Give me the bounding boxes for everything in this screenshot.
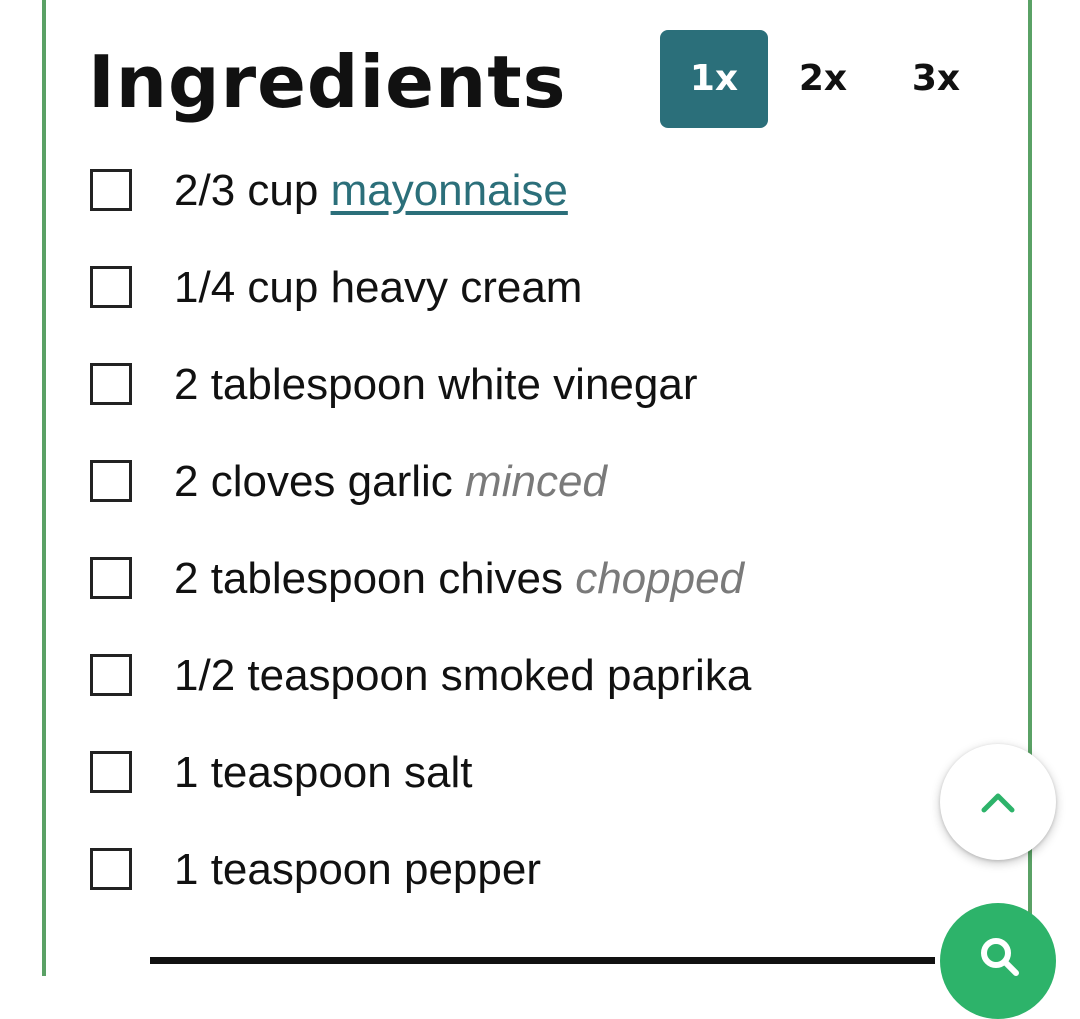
ingredient-amount: 2 cloves [174,457,336,506]
search-icon [981,938,1019,976]
ingredient-name: pepper [403,845,541,894]
ingredient-text: 1 teaspoon pepper [174,844,541,896]
ingredients-heading: Ingredients [88,40,567,124]
ingredient-amount: 2 tablespoon [174,360,426,409]
ingredient-amount: 1 teaspoon [174,845,392,894]
chevron-up-icon [981,793,1015,813]
ingredient-checkbox[interactable] [90,751,132,793]
ingredient-item: 2/3 cup mayonnaise [88,145,948,242]
ingredient-text: 2 tablespoon white vinegar [174,359,698,411]
ingredient-text: 2/3 cup mayonnaise [174,165,568,217]
ingredient-item: 2 tablespoon chives chopped [88,533,948,630]
ingredient-name: salt [403,748,473,797]
ingredient-checkbox[interactable] [90,363,132,405]
ingredient-name: chives [438,554,563,603]
ingredient-checkbox[interactable] [90,848,132,890]
ingredient-text: 2 cloves garlic minced [174,456,607,508]
ingredient-item: 1 teaspoon salt [88,727,948,824]
ingredient-checkbox[interactable] [90,557,132,599]
ingredient-checkbox[interactable] [90,169,132,211]
ingredient-amount: 1 teaspoon [174,748,392,797]
ingredient-text: 1/4 cup heavy cream [174,262,582,314]
ingredient-text: 1/2 teaspoon smoked paprika [174,650,751,702]
ingredient-name: heavy cream [330,263,583,312]
ingredient-checkbox[interactable] [90,460,132,502]
ingredient-name: smoked paprika [440,651,752,700]
ingredient-name: white vinegar [438,360,698,409]
ingredient-amount: 1/2 teaspoon [174,651,429,700]
ingredient-name: garlic [347,457,453,506]
section-divider [150,957,935,964]
scroll-to-top-button[interactable] [940,744,1056,860]
ingredient-amount: 2/3 cup [174,166,319,215]
ingredient-item: 2 cloves garlic minced [88,436,948,533]
ingredient-list: 2/3 cup mayonnaise 1/4 cup heavy cream 2… [88,145,948,921]
ingredient-item: 1 teaspoon pepper [88,824,948,921]
search-button[interactable] [940,903,1056,1019]
ingredient-text: 2 tablespoon chives chopped [174,553,744,605]
ingredient-checkbox[interactable] [90,654,132,696]
ingredient-item: 1/4 cup heavy cream [88,242,948,339]
ingredient-note: chopped [575,554,745,603]
ingredient-item: 2 tablespoon white vinegar [88,339,948,436]
ingredient-checkbox[interactable] [90,266,132,308]
ingredient-note: minced [465,457,607,506]
ingredient-name-link[interactable]: mayonnaise [331,166,568,215]
ingredient-item: 1/2 teaspoon smoked paprika [88,630,948,727]
ingredient-text: 1 teaspoon salt [174,747,472,799]
ingredient-amount: 2 tablespoon [174,554,426,603]
scale-3x-button[interactable]: 3x [882,30,990,128]
scale-2x-button[interactable]: 2x [769,30,877,128]
ingredient-amount: 1/4 cup [174,263,319,312]
scale-1x-button[interactable]: 1x [660,30,768,128]
